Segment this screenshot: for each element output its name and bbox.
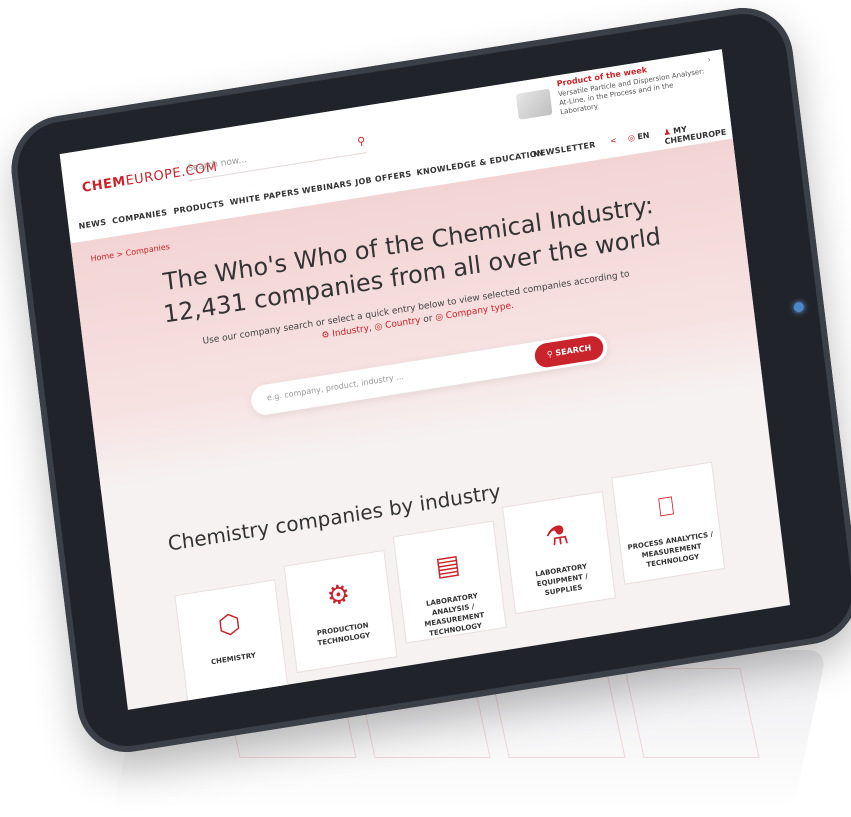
nav-item-webinars[interactable]: WEBINARS <box>301 179 352 196</box>
search-button[interactable]: ⚲ SEARCH <box>533 334 605 369</box>
card-label: LABORATORY EQUIPMENT / SUPPLIES <box>534 562 589 598</box>
tablet-screen: CHEMEUROPE.COM Search now... ⚲ Product o… <box>59 49 791 710</box>
flask-icon: ⚗ <box>543 520 571 554</box>
logo-chem: CHEM <box>81 174 127 196</box>
card-chemistry[interactable]: ⬡ CHEMISTRY <box>174 579 289 703</box>
monitor-graph-icon: ⎕ <box>656 491 676 524</box>
language-selector[interactable]: ◎ EN <box>627 131 650 143</box>
nav-item-news[interactable]: NEWS <box>78 218 107 231</box>
camera-dot <box>793 301 805 313</box>
card-laboratory-analysis[interactable]: ▤ LABORATORY ANALYSIS / MEASUREMENT TECH… <box>392 520 507 644</box>
share-icon[interactable]: < <box>610 136 618 146</box>
gears-icon: ⚙ <box>325 578 352 613</box>
card-label: PRODUCTION TECHNOLOGY <box>316 621 371 648</box>
hexagon-molecule-icon: ⬡ <box>216 608 243 642</box>
nav-item-white-papers[interactable]: WHITE PAPERS <box>229 187 300 207</box>
close-icon[interactable]: › <box>707 55 712 65</box>
search-button-label: SEARCH <box>554 343 592 358</box>
card-process-analytics[interactable]: ⎕ PROCESS ANALYTICS / MEASUREMENT TECHNO… <box>611 461 726 585</box>
header-search-placeholder: Search now... <box>186 154 248 175</box>
nav-item-newsletter[interactable]: NEWSLETTER <box>533 140 596 159</box>
company-search-placeholder: e.g. company, product, industry ... <box>266 371 405 403</box>
search-icon[interactable]: ⚲ <box>356 130 367 153</box>
lab-analyzer-icon: ▤ <box>433 549 462 583</box>
card-label: CHEMISTRY <box>210 651 257 667</box>
card-label: LABORATORY ANALYSIS / MEASUREMENT TECHNO… <box>423 591 485 638</box>
card-production-technology[interactable]: ⚙ PRODUCTION TECHNOLOGY <box>283 549 398 674</box>
scene: CHEMEUROPE.COM Search now... ⚲ Product o… <box>0 0 851 817</box>
nav-item-job-offers[interactable]: JOB OFFERS <box>355 169 412 187</box>
breadcrumb[interactable]: Home > Companies <box>90 242 170 263</box>
nav-item-products[interactable]: PRODUCTS <box>173 199 225 216</box>
product-thumbnail <box>515 88 553 120</box>
tablet-device: CHEMEUROPE.COM Search now... ⚲ Product o… <box>5 0 851 760</box>
reflection-card <box>623 668 760 758</box>
card-laboratory-equipment[interactable]: ⚗ LABORATORY EQUIPMENT / SUPPLIES <box>501 491 616 615</box>
language-label: EN <box>636 130 650 142</box>
card-label: PROCESS ANALYTICS / MEASUREMENT TECHNOLO… <box>627 530 714 570</box>
nav-item-companies[interactable]: COMPANIES <box>112 208 168 226</box>
